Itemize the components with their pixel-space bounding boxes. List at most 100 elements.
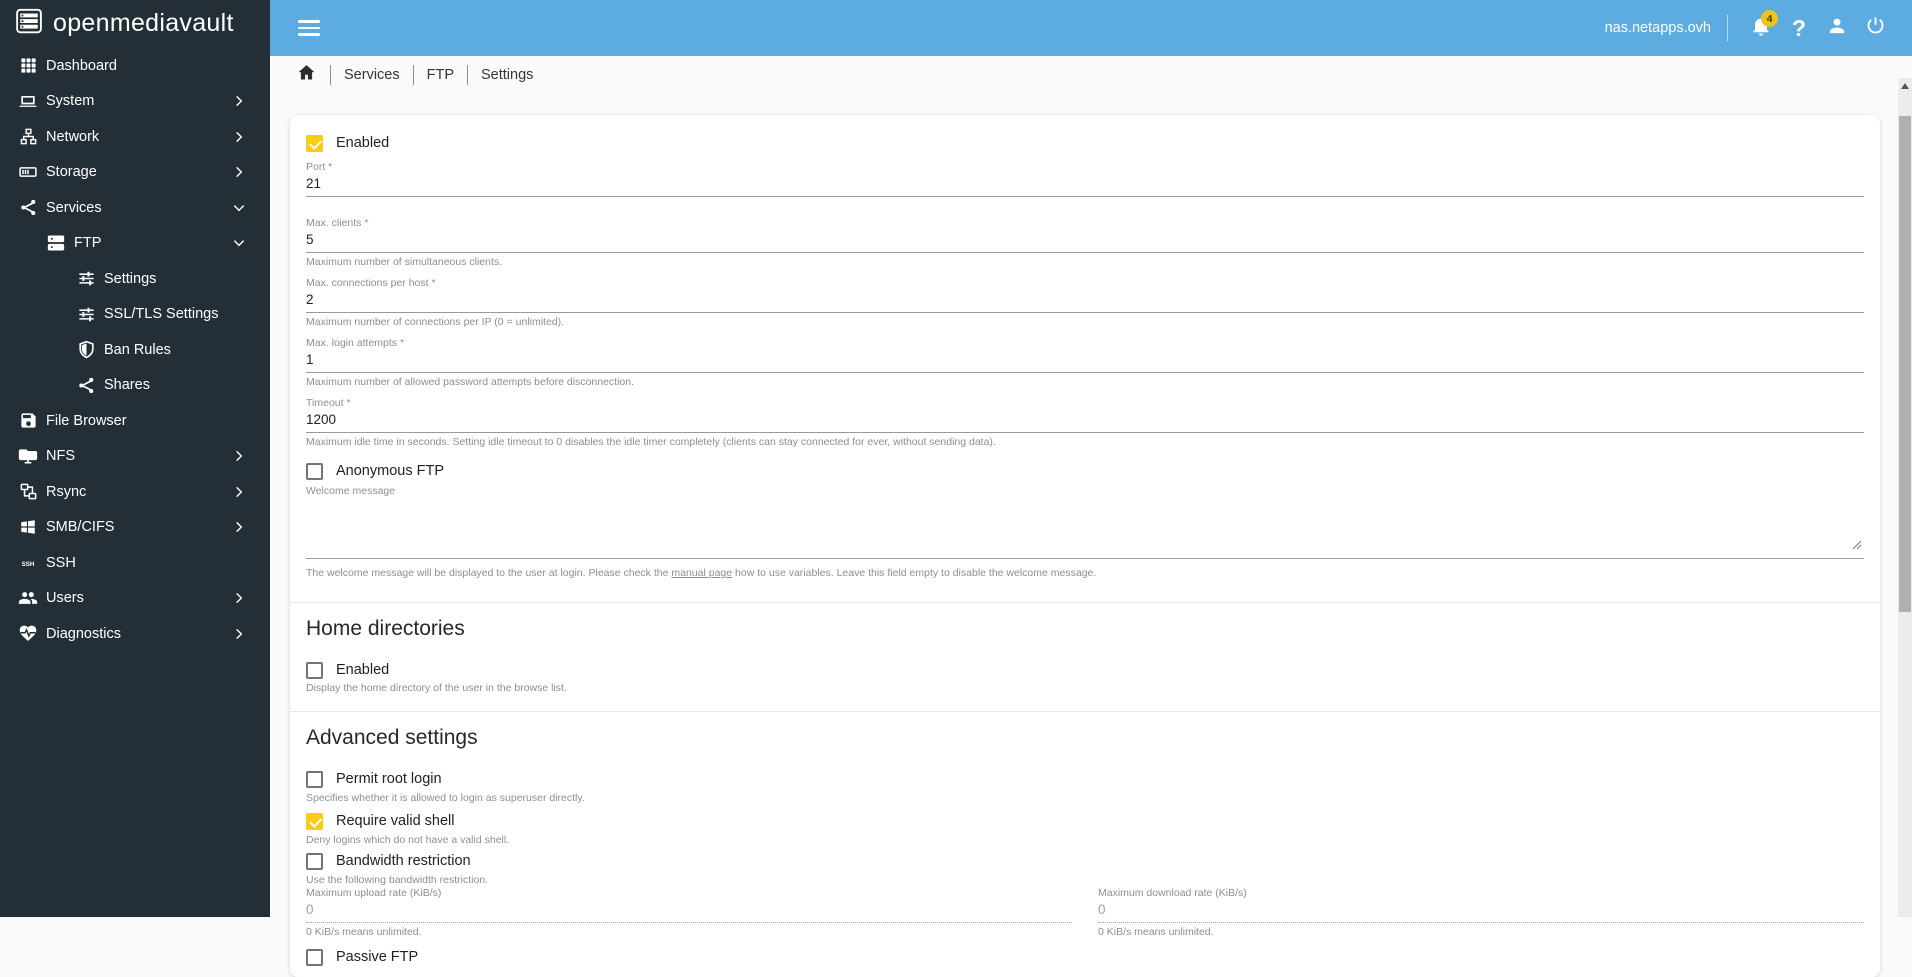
max-clients-input[interactable] <box>306 229 1864 253</box>
timeout-input[interactable] <box>306 409 1864 433</box>
notifications-button[interactable]: 4 <box>1742 9 1780 47</box>
sidebar-item-ban-rules[interactable]: Ban Rules <box>0 332 270 368</box>
sidebar-item-label: Shares <box>104 377 150 394</box>
heart-pulse-icon <box>18 624 38 644</box>
scrollbar-thumb[interactable] <box>1899 116 1911 612</box>
resize-handle-icon[interactable] <box>1852 537 1862 555</box>
vertical-scrollbar[interactable] <box>1898 78 1912 917</box>
chevron-down-icon <box>232 236 246 250</box>
anonymous-ftp-checkbox[interactable]: Anonymous FTP <box>306 461 1864 481</box>
sidebar-item-users[interactable]: Users <box>0 581 270 617</box>
chevron-right-icon <box>232 449 246 463</box>
checkbox-icon <box>306 134 323 152</box>
sidebar-item-services[interactable]: Services <box>0 190 270 226</box>
content-area: Enabled Port * Max. clients * Maximum nu… <box>270 94 1912 977</box>
welcome-message-label: Welcome message <box>306 485 396 497</box>
sidebar-item-ssh[interactable]: SSH SSH <box>0 545 270 581</box>
max-upload-rate-field: Maximum upload rate (KiB/s) 0 KiB/s mean… <box>306 887 1072 939</box>
advanced-settings-heading: Advanced settings <box>306 726 478 749</box>
sidebar-item-system[interactable]: System <box>0 84 270 120</box>
sidebar-item-storage[interactable]: Storage <box>0 155 270 191</box>
shield-icon <box>76 340 96 360</box>
share-icon <box>18 198 38 218</box>
app-logo[interactable]: openmediavault <box>0 0 270 46</box>
chevron-right-icon <box>232 591 246 605</box>
sidebar-item-label: Rsync <box>46 483 87 500</box>
timeout-field: Timeout * Maximum idle time in seconds. … <box>306 397 1864 449</box>
timeout-label: Timeout * <box>306 397 351 409</box>
breadcrumb-separator <box>330 65 331 85</box>
sidebar-item-network[interactable]: Network <box>0 119 270 155</box>
max-download-rate-input[interactable] <box>1098 899 1864 923</box>
max-upload-rate-hint: 0 KiB/s means unlimited. <box>306 926 422 938</box>
sidebar-item-dashboard[interactable]: Dashboard <box>0 48 270 84</box>
ssh-text-icon: SSH <box>18 553 38 573</box>
hostname-label: nas.netapps.ovh <box>1604 20 1711 36</box>
bandwidth-restriction-checkbox[interactable]: Bandwidth restriction <box>306 851 1864 871</box>
topbar-right: nas.netapps.ovh 4 ? <box>1605 9 1912 47</box>
sidebar-item-label: Ban Rules <box>104 341 171 358</box>
section-divider <box>290 711 1880 712</box>
checkbox-icon <box>306 812 323 830</box>
menu-toggle-button[interactable] <box>298 20 320 36</box>
port-label: Port * <box>306 161 333 173</box>
sidebar-nav: Dashboard System Network Storage Service… <box>0 48 270 652</box>
sidebar-item-label: SMB/CIFS <box>46 519 115 536</box>
max-connections-input[interactable] <box>306 289 1864 313</box>
sidebar: openmediavault Dashboard System Network … <box>0 0 270 917</box>
power-icon <box>1865 15 1886 41</box>
max-login-attempts-input[interactable] <box>306 349 1864 373</box>
breadcrumb-item-ftp[interactable]: FTP <box>427 67 454 83</box>
lan-icon <box>18 127 38 147</box>
checkbox-icon <box>306 462 323 480</box>
sidebar-item-label: Network <box>46 128 100 145</box>
breadcrumb-item-services[interactable]: Services <box>344 67 400 83</box>
breadcrumb-item-settings[interactable]: Settings <box>481 67 533 83</box>
home-directories-heading: Home directories <box>306 617 465 640</box>
ftp-settings-form: Enabled Port * Max. clients * Maximum nu… <box>290 115 1880 977</box>
home-directories-enabled-checkbox[interactable]: Enabled <box>306 660 1864 680</box>
port-field: Port * <box>306 161 1864 197</box>
sidebar-item-file-browser[interactable]: File Browser <box>0 403 270 439</box>
max-login-attempts-hint: Maximum number of allowed password attem… <box>306 376 634 388</box>
power-button[interactable] <box>1856 9 1894 47</box>
storage-icon <box>18 162 38 182</box>
max-connections-label: Max. connections per host * <box>306 277 436 289</box>
breadcrumb-separator <box>467 65 468 85</box>
enabled-checkbox[interactable]: Enabled <box>306 133 1864 153</box>
sidebar-item-smb-cifs[interactable]: SMB/CIFS <box>0 510 270 546</box>
sidebar-item-shares[interactable]: Shares <box>0 368 270 404</box>
topbar: nas.netapps.ovh 4 ? <box>270 0 1912 56</box>
sync-nodes-icon <box>18 482 38 502</box>
sidebar-item-ftp[interactable]: FTP <box>0 226 270 262</box>
help-button[interactable]: ? <box>1780 9 1818 47</box>
max-download-rate-hint: 0 KiB/s means unlimited. <box>1098 926 1214 938</box>
max-upload-rate-input[interactable] <box>306 899 1072 923</box>
welcome-message-textarea[interactable] <box>306 497 1864 559</box>
chevron-right-icon <box>232 130 246 144</box>
notification-badge: 4 <box>1761 10 1778 27</box>
require-valid-shell-checkbox[interactable]: Require valid shell <box>306 811 1864 831</box>
sidebar-item-rsync[interactable]: Rsync <box>0 474 270 510</box>
scroll-up-arrow-icon[interactable] <box>1901 83 1909 89</box>
server-icon <box>46 233 66 253</box>
sidebar-item-label: NFS <box>46 448 75 465</box>
tune-icon <box>76 269 96 289</box>
sidebar-item-label: SSH <box>46 554 76 571</box>
sidebar-item-ssl-tls-settings[interactable]: SSL/TLS Settings <box>0 297 270 333</box>
port-input[interactable] <box>306 173 1864 197</box>
permit-root-login-checkbox[interactable]: Permit root login <box>306 769 1864 789</box>
home-icon[interactable] <box>296 62 317 88</box>
sidebar-item-nfs[interactable]: NFS <box>0 439 270 475</box>
manual-page-link[interactable]: manual page <box>671 567 732 579</box>
chevron-right-icon <box>232 520 246 534</box>
sidebar-item-ftp-settings[interactable]: Settings <box>0 261 270 297</box>
tune-icon <box>76 304 96 324</box>
user-menu-button[interactable] <box>1818 9 1856 47</box>
checkbox-icon <box>306 770 323 788</box>
sidebar-item-diagnostics[interactable]: Diagnostics <box>0 616 270 652</box>
sidebar-item-label: Diagnostics <box>46 625 121 642</box>
dashboard-grid-icon <box>18 56 38 76</box>
passive-ftp-checkbox[interactable]: Passive FTP <box>306 947 1864 967</box>
sidebar-item-label: Storage <box>46 164 97 181</box>
